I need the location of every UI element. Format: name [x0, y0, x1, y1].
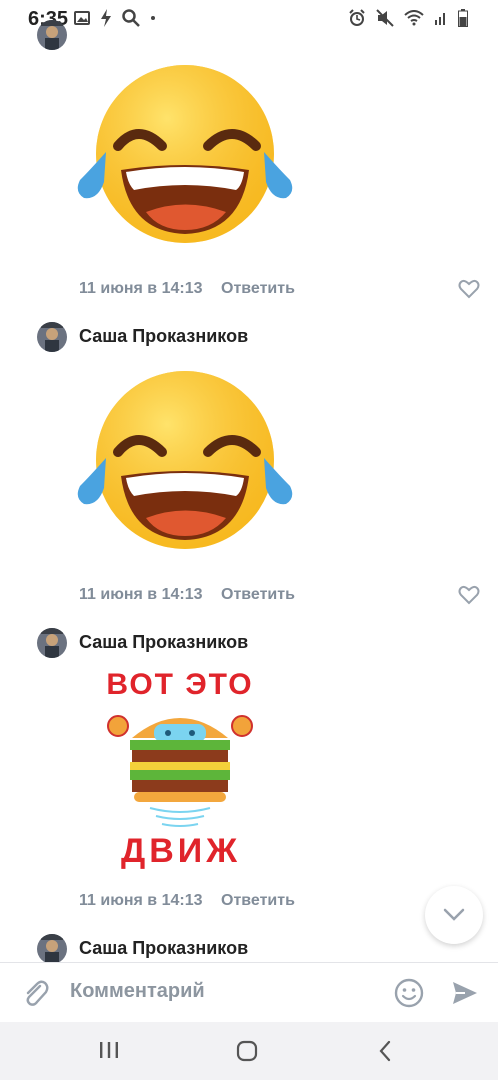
sticker-text-top: ВОТ ЭТО — [106, 668, 254, 701]
avatar[interactable] — [37, 628, 67, 658]
alarm-icon — [349, 9, 365, 26]
emoji-icon[interactable] — [394, 978, 424, 1008]
signal-icon — [435, 13, 445, 25]
comment-author[interactable]: Саша Проказников — [79, 938, 248, 959]
laughing-crying-emoji-sticker — [77, 65, 293, 243]
comment-date: 11 июня в 14:13 — [79, 586, 203, 603]
comment-date: 11 июня в 14:13 — [79, 892, 203, 909]
send-icon[interactable] — [451, 980, 479, 1006]
reply-link[interactable]: Ответить — [221, 892, 295, 910]
like-heart-icon[interactable] — [458, 585, 480, 605]
dot-icon — [151, 16, 155, 20]
avatar[interactable] — [37, 20, 67, 50]
scroll-down-button[interactable] — [425, 886, 483, 944]
home-icon[interactable] — [236, 1040, 258, 1062]
comment-author[interactable]: Саша Проказников — [79, 632, 248, 653]
comment-input[interactable]: Комментарий — [70, 980, 205, 1003]
bolt-icon — [101, 9, 111, 27]
burger-sticker: ВОТ ЭТО ДВИЖ — [96, 664, 286, 874]
avatar[interactable] — [37, 322, 67, 352]
image-icon — [74, 11, 90, 25]
search-icon — [122, 9, 140, 27]
reply-link[interactable]: Ответить — [221, 586, 295, 604]
burger-icon — [107, 715, 253, 827]
status-bar: 6:35 — [0, 0, 498, 36]
wifi-icon — [404, 10, 424, 26]
recents-icon[interactable] — [98, 1041, 120, 1059]
back-icon[interactable] — [378, 1040, 392, 1062]
status-right-icons — [348, 9, 468, 27]
status-left-icons — [74, 9, 156, 27]
comment-date: 11 июня в 14:13 — [79, 280, 203, 297]
mute-icon — [376, 9, 394, 27]
battery-icon — [458, 9, 468, 27]
sticker-text-bottom: ДВИЖ — [121, 832, 241, 870]
chevron-down-icon — [443, 908, 465, 921]
avatar[interactable] — [37, 934, 67, 964]
attach-icon[interactable] — [20, 978, 50, 1008]
like-heart-icon[interactable] — [458, 279, 480, 299]
laughing-crying-emoji-sticker — [77, 371, 293, 549]
comment-author[interactable]: Саша Проказников — [79, 326, 248, 347]
reply-link[interactable]: Ответить — [221, 280, 295, 298]
